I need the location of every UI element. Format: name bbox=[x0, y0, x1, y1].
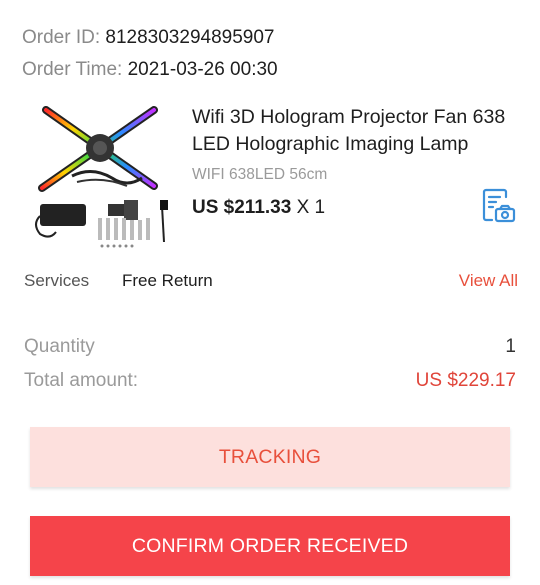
confirm-order-received-button[interactable]: CONFIRM ORDER RECEIVED bbox=[30, 516, 510, 576]
order-id-row: Order ID: 8128303294895907 bbox=[22, 22, 278, 54]
services-row: Services Free Return View All bbox=[24, 271, 518, 293]
order-id-value: 8128303294895907 bbox=[105, 27, 275, 48]
order-meta: Order ID: 8128303294895907 Order Time: 2… bbox=[22, 22, 278, 86]
order-id-label: Order ID: bbox=[22, 27, 101, 48]
hologram-fan-image bbox=[35, 106, 168, 248]
product-image[interactable] bbox=[22, 96, 182, 254]
product-title[interactable]: Wifi 3D Hologram Projector Fan 638 LED H… bbox=[192, 104, 522, 158]
product-price-row: US $211.33 X 1 bbox=[192, 197, 325, 219]
snapshot-icon[interactable] bbox=[478, 185, 518, 225]
order-time-row: Order Time: 2021-03-26 00:30 bbox=[22, 54, 278, 86]
product-price: US $211.33 bbox=[192, 197, 292, 218]
total-amount-value: US $229.17 bbox=[415, 370, 516, 391]
total-amount-label: Total amount: bbox=[24, 370, 139, 391]
order-time-value: 2021-03-26 00:30 bbox=[127, 59, 278, 80]
total-amount-row: Total amount: US $229.17 bbox=[24, 370, 516, 394]
product-multiplier: X 1 bbox=[296, 197, 326, 218]
tracking-button[interactable]: TRACKING bbox=[30, 427, 510, 487]
services-value: Free Return bbox=[122, 271, 213, 290]
quantity-row: Quantity 1 bbox=[24, 336, 516, 360]
view-all-link[interactable]: View All bbox=[459, 271, 518, 291]
quantity-label: Quantity bbox=[24, 336, 95, 357]
services-label: Services bbox=[24, 271, 90, 290]
product-sku: WIFI 638LED 56cm bbox=[192, 166, 328, 183]
quantity-value: 1 bbox=[505, 336, 516, 357]
order-time-label: Order Time: bbox=[22, 59, 123, 80]
